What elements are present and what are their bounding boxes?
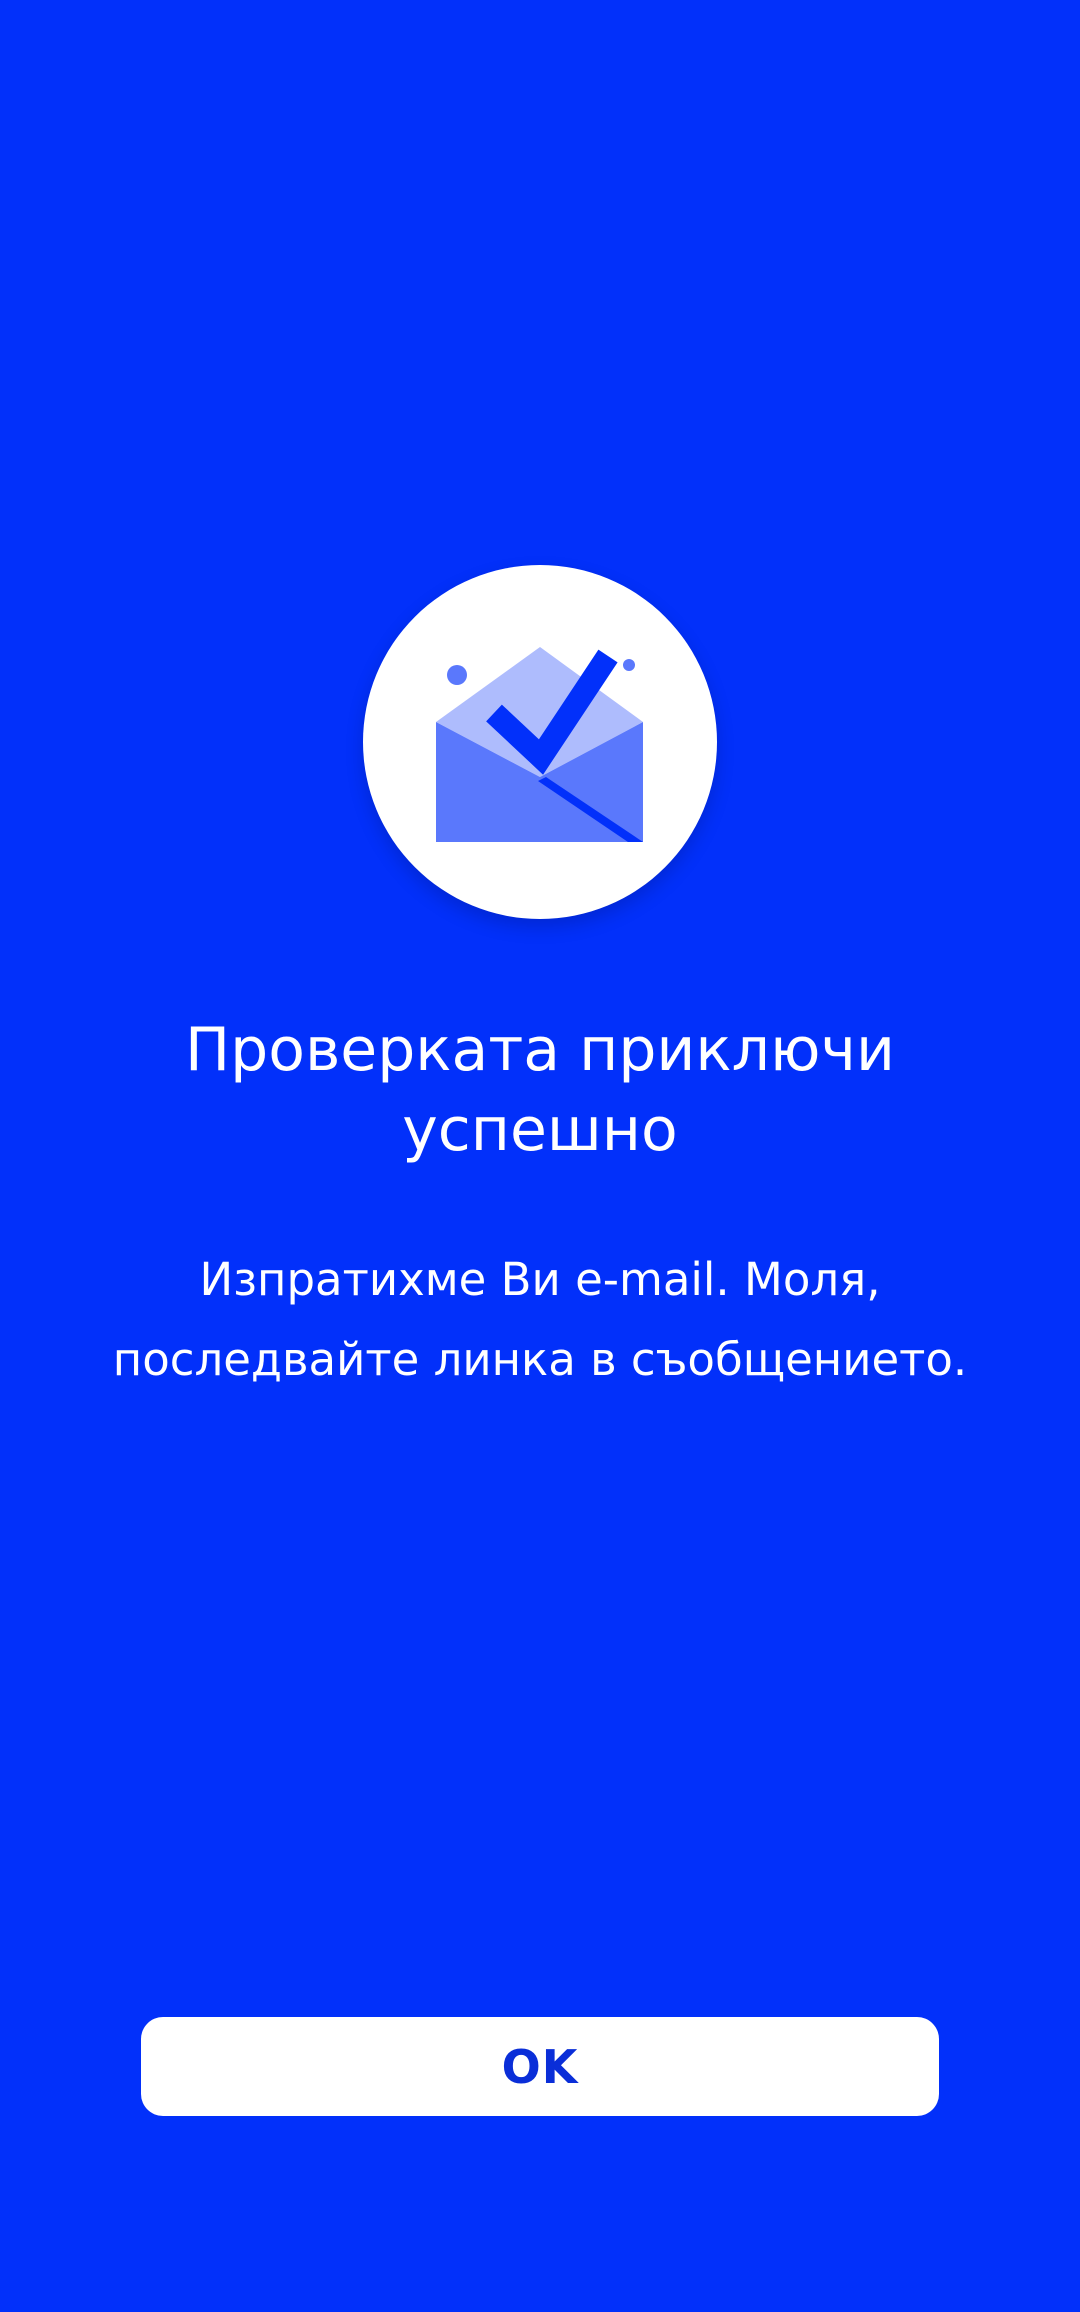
decor-dot-left [447, 665, 467, 685]
verification-success-screen: Проверката приключи успешно Изпратихме В… [0, 0, 1080, 2312]
page-title: Проверката приключи успешно [185, 1015, 895, 1165]
decor-dot-right [623, 659, 635, 671]
confirmation-message: Изпратихме Ви e-mail. Моля, последвайте … [112, 1253, 968, 1386]
ok-button[interactable]: OK [141, 2017, 939, 2116]
success-illustration [363, 565, 717, 919]
envelope-check-icon [436, 647, 643, 842]
